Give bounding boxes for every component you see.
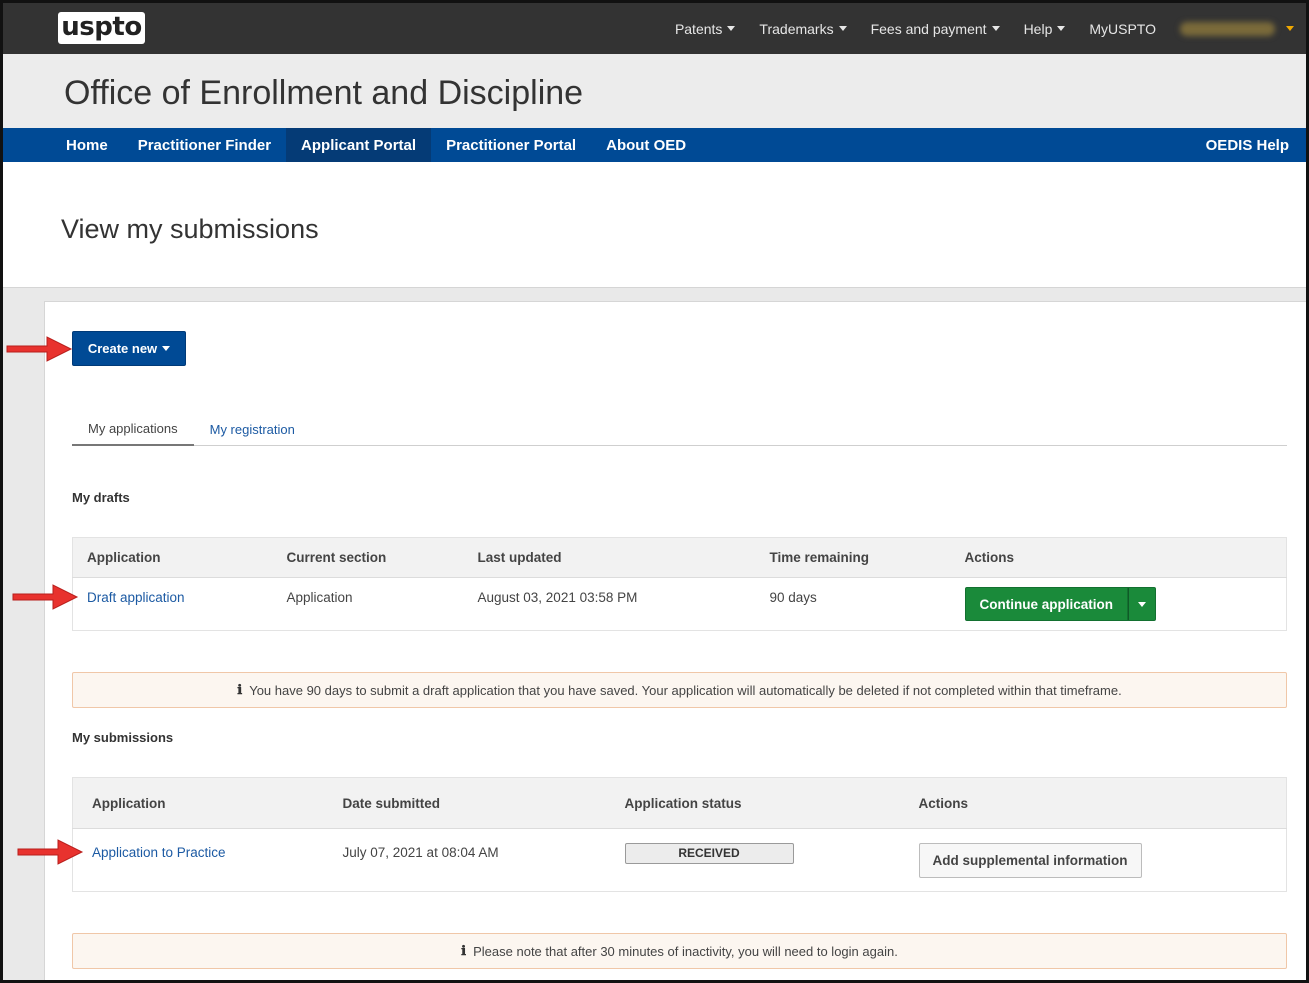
table-row: Application to Practice July 07, 2021 at… xyxy=(73,829,1287,892)
annotation-arrow-icon xyxy=(3,329,75,369)
blurred-username xyxy=(1180,22,1275,36)
table-header-row: Application Date submitted Application s… xyxy=(73,778,1287,829)
page-header: View my submissions xyxy=(3,162,1306,288)
content-panel: Create new My applications My registrati… xyxy=(44,301,1309,983)
page-title: View my submissions xyxy=(61,214,319,245)
create-new-button[interactable]: Create new xyxy=(72,331,186,366)
time-remaining-cell: 90 days xyxy=(756,578,951,631)
site-header: Office of Enrollment and Discipline xyxy=(3,54,1306,128)
top-bar: uspto Patents Trademarks Fees and paymen… xyxy=(3,3,1306,54)
nav-practitioner-portal[interactable]: Practitioner Portal xyxy=(431,128,591,162)
date-submitted-cell: July 07, 2021 at 08:04 AM xyxy=(329,829,611,892)
top-nav-patents[interactable]: Patents xyxy=(675,21,735,37)
top-nav-fees[interactable]: Fees and payment xyxy=(871,21,1000,37)
continue-options-toggle[interactable] xyxy=(1128,587,1156,621)
info-icon: ℹ xyxy=(461,944,466,959)
table-row: Draft application Application August 03,… xyxy=(73,578,1287,631)
column-header: Date submitted xyxy=(329,778,611,829)
top-nav-label: Help xyxy=(1024,21,1053,37)
submissions-heading: My submissions xyxy=(72,730,173,745)
column-header: Current section xyxy=(273,538,464,578)
nav-about-oed[interactable]: About OED xyxy=(591,128,701,162)
column-header: Actions xyxy=(905,778,1287,829)
site-title: Office of Enrollment and Discipline xyxy=(64,74,583,113)
tab-my-applications[interactable]: My applications xyxy=(72,413,194,446)
column-header: Last updated xyxy=(464,538,756,578)
caret-down-icon xyxy=(992,26,1000,31)
nav-oedis-help[interactable]: OEDIS Help xyxy=(1191,128,1304,162)
info-icon: ℹ xyxy=(237,683,242,698)
top-nav-myuspto[interactable]: MyUSPTO xyxy=(1089,21,1156,37)
top-nav-label: MyUSPTO xyxy=(1089,21,1156,37)
top-nav: Patents Trademarks Fees and payment Help… xyxy=(675,3,1306,54)
column-header: Application xyxy=(73,538,273,578)
nav-practitioner-finder[interactable]: Practitioner Finder xyxy=(123,128,286,162)
nav-home[interactable]: Home xyxy=(51,128,123,162)
tab-bar: My applications My registration xyxy=(72,413,1287,446)
tab-my-registration[interactable]: My registration xyxy=(194,413,311,446)
nav-applicant-portal[interactable]: Applicant Portal xyxy=(286,128,431,162)
drafts-notice: ℹ You have 90 days to submit a draft app… xyxy=(72,672,1287,708)
caret-down-icon xyxy=(1138,602,1146,607)
add-supplemental-info-button[interactable]: Add supplemental information xyxy=(919,843,1142,878)
uspto-logo[interactable]: uspto xyxy=(58,12,145,44)
caret-down-icon xyxy=(727,26,735,31)
continue-application-button[interactable]: Continue application xyxy=(965,587,1129,621)
annotation-arrow-icon xyxy=(9,577,81,617)
submissions-table: Application Date submitted Application s… xyxy=(72,777,1287,892)
drafts-heading: My drafts xyxy=(72,490,130,505)
user-menu[interactable] xyxy=(1180,22,1306,36)
top-nav-label: Trademarks xyxy=(759,21,833,37)
draft-application-link[interactable]: Draft application xyxy=(87,590,185,605)
caret-down-icon xyxy=(839,26,847,31)
column-header: Application xyxy=(73,778,329,829)
annotation-arrow-icon xyxy=(14,832,86,872)
main-nav: Home Practitioner Finder Applicant Porta… xyxy=(3,128,1306,162)
drafts-notice-text: You have 90 days to submit a draft appli… xyxy=(249,683,1122,698)
drafts-table: Application Current section Last updated… xyxy=(72,537,1287,631)
caret-down-icon xyxy=(1057,26,1065,31)
status-badge: RECEIVED xyxy=(625,843,794,864)
create-new-label: Create new xyxy=(88,341,157,356)
continue-application-split-button: Continue application xyxy=(965,587,1157,621)
session-notice-text: Please note that after 30 minutes of ina… xyxy=(473,944,898,959)
column-header: Time remaining xyxy=(756,538,951,578)
caret-down-icon xyxy=(1286,26,1294,31)
application-to-practice-link[interactable]: Application to Practice xyxy=(92,845,226,860)
column-header: Application status xyxy=(611,778,905,829)
browser-frame: uspto Patents Trademarks Fees and paymen… xyxy=(0,0,1309,983)
top-nav-label: Fees and payment xyxy=(871,21,987,37)
table-header-row: Application Current section Last updated… xyxy=(73,538,1287,578)
caret-down-icon xyxy=(162,346,170,351)
top-nav-trademarks[interactable]: Trademarks xyxy=(759,21,846,37)
top-nav-help[interactable]: Help xyxy=(1024,21,1066,37)
top-nav-label: Patents xyxy=(675,21,722,37)
last-updated-cell: August 03, 2021 03:58 PM xyxy=(464,578,756,631)
column-header: Actions xyxy=(951,538,1287,578)
current-section-cell: Application xyxy=(273,578,464,631)
session-notice: ℹ Please note that after 30 minutes of i… xyxy=(72,933,1287,969)
